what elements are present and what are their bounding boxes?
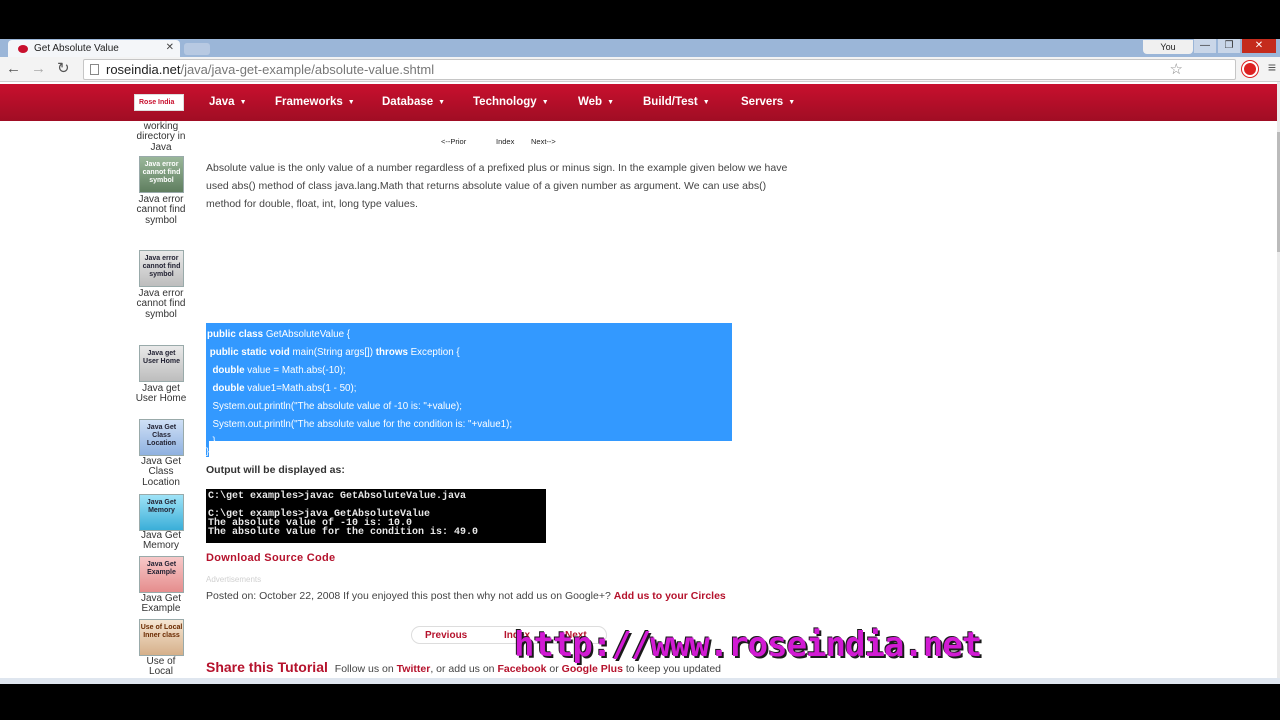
browser-menu-icon[interactable]: ≡: [1268, 59, 1276, 75]
caret-down-icon: ▼: [702, 99, 710, 106]
minimize-button[interactable]: —: [1194, 39, 1216, 53]
sidebar-thumbnail[interactable]: Java Get Memory: [139, 494, 184, 531]
nav-label: Web: [578, 96, 603, 108]
sidebar-top-label[interactable]: working directory in Java: [134, 121, 188, 153]
bookmark-star-icon[interactable]: ☆: [1170, 60, 1183, 79]
code-line: public class GetAbsoluteValue {: [207, 329, 351, 340]
nav-label: Build/Test: [643, 96, 698, 108]
sidebar-item-label[interactable]: Java Get Class Location: [134, 456, 188, 488]
maximize-button[interactable]: ❐: [1218, 39, 1240, 53]
site-logo[interactable]: Rose India: [134, 94, 184, 111]
caret-down-icon: ▼: [541, 99, 549, 106]
extension-icon[interactable]: [1242, 61, 1258, 77]
next-link[interactable]: Next-->: [531, 137, 556, 146]
caret-down-icon: ▼: [607, 99, 615, 106]
intro-paragraph: Absolute value is the only value of a nu…: [206, 162, 788, 210]
index-link[interactable]: Index: [496, 137, 514, 146]
advertisements-label: Advertisements: [206, 575, 262, 584]
twitter-link[interactable]: Twitter: [397, 663, 431, 675]
share-text: Follow us on: [334, 663, 394, 675]
nav-label: Frameworks: [275, 96, 343, 108]
sidebar-item-label[interactable]: Use of Local: [134, 656, 188, 678]
share-title: Share this Tutorial: [206, 659, 328, 675]
previous-button[interactable]: Previous: [425, 630, 467, 641]
code-closing-brace: }: [206, 441, 209, 457]
sidebar-thumbnail[interactable]: Java error cannot find symbol: [139, 250, 184, 287]
nav-item-java[interactable]: Java ▼: [209, 94, 247, 111]
video-watermark: http://www.roseindia.net: [514, 625, 982, 665]
nav-item-build-test[interactable]: Build/Test ▼: [643, 94, 710, 111]
sidebar-item-label[interactable]: Java error cannot find symbol: [134, 194, 188, 226]
sidebar-thumbnail[interactable]: Java Get Class Location: [139, 419, 184, 456]
code-line: public static void main(String args[]) t…: [207, 346, 460, 358]
url-path: /java/java-get-example/absolute-value.sh…: [180, 62, 435, 77]
caret-down-icon: ▼: [438, 99, 446, 106]
window-controls: — ❐ ✕: [1194, 39, 1276, 53]
reload-icon[interactable]: ↻: [57, 60, 70, 78]
output-heading: Output will be displayed as:: [206, 464, 345, 476]
console-line: C:\get examples>javac GetAbsoluteValue.j…: [208, 491, 467, 502]
close-window-button[interactable]: ✕: [1242, 39, 1276, 53]
tab-title: Get Absolute Value: [34, 43, 119, 54]
caret-down-icon: ▼: [239, 99, 247, 106]
code-line: double value1=Math.abs(1 - 50);: [207, 382, 357, 394]
nav-label: Database: [382, 96, 434, 108]
sidebar-item-label[interactable]: Java Get Memory: [134, 530, 188, 552]
new-tab-button[interactable]: [184, 43, 210, 55]
sidebar-thumbnail[interactable]: Java error cannot find symbol: [139, 156, 184, 193]
sidebar-item-label[interactable]: Java error cannot find symbol: [134, 288, 188, 320]
sidebar-item-label[interactable]: Java get User Home: [134, 383, 188, 405]
browser-toolbar: ← → ↻ roseindia.net/java/java-get-exampl…: [0, 57, 1280, 82]
nav-item-frameworks[interactable]: Frameworks ▼: [275, 94, 355, 111]
console-output: C:\get examples>javac GetAbsoluteValue.j…: [206, 489, 546, 543]
caret-down-icon: ▼: [788, 99, 796, 106]
console-line: The absolute value for the condition is:…: [208, 527, 479, 538]
add-to-circles-link[interactable]: Add us to your Circles: [614, 590, 726, 602]
site-nav-bar: Rose India Java ▼ Frameworks ▼ Database ▼ T…: [0, 84, 1277, 121]
url-host: roseindia.net: [106, 62, 181, 77]
code-line: System.out.println("The absolute value f…: [207, 418, 513, 430]
browser-window: Get Absolute Value ✕ You — ❐ ✕ ← → ↻ ros…: [0, 0, 1280, 720]
code-line: double value = Math.abs(-10);: [207, 364, 346, 376]
nav-item-web[interactable]: Web ▼: [578, 94, 614, 111]
nav-item-database[interactable]: Database ▼: [382, 94, 445, 111]
nav-item-servers[interactable]: Servers ▼: [741, 94, 795, 111]
address-bar[interactable]: roseindia.net/java/java-get-example/abso…: [83, 59, 1236, 80]
user-profile-badge[interactable]: You: [1143, 40, 1193, 54]
tab-strip: Get Absolute Value ✕ You — ❐ ✕: [0, 39, 1280, 57]
posted-text: Posted on: October 22, 2008 If you enjoy…: [206, 590, 611, 602]
code-line: System.out.println("The absolute value o…: [207, 400, 462, 412]
nav-label: Java: [209, 96, 235, 108]
caret-down-icon: ▼: [347, 99, 355, 106]
tab-close-icon[interactable]: ✕: [166, 42, 174, 53]
code-line: }: [207, 436, 216, 448]
back-arrow-icon[interactable]: ←: [6, 60, 21, 78]
sidebar-item-label[interactable]: Java Get Example: [134, 593, 188, 615]
page-icon: [90, 64, 99, 75]
nav-label: Technology: [473, 96, 537, 108]
prior-link[interactable]: <--Prior: [441, 137, 466, 146]
sidebar-thumbnail[interactable]: Java Get Example: [139, 556, 184, 593]
sidebar-thumbnail[interactable]: Java get User Home: [139, 345, 184, 382]
nav-label: Servers: [741, 96, 784, 108]
taskbar-edge: [0, 678, 1280, 684]
browser-tab[interactable]: Get Absolute Value ✕: [8, 40, 180, 57]
forward-arrow-icon[interactable]: →: [31, 60, 46, 78]
download-source-link[interactable]: Download Source Code: [206, 552, 335, 564]
page-viewport: Rose India Java ▼ Frameworks ▼ Database ▼ T…: [0, 82, 1280, 678]
code-block[interactable]: public class GetAbsoluteValue { public s…: [206, 323, 732, 447]
site-favicon-icon: [18, 44, 28, 53]
posted-info: Posted on: October 22, 2008 If you enjoy…: [206, 590, 726, 602]
share-text: , or add us on: [430, 663, 495, 675]
sidebar-thumbnail[interactable]: Use of Local Inner class: [139, 619, 184, 656]
nav-item-technology[interactable]: Technology ▼: [473, 94, 549, 111]
